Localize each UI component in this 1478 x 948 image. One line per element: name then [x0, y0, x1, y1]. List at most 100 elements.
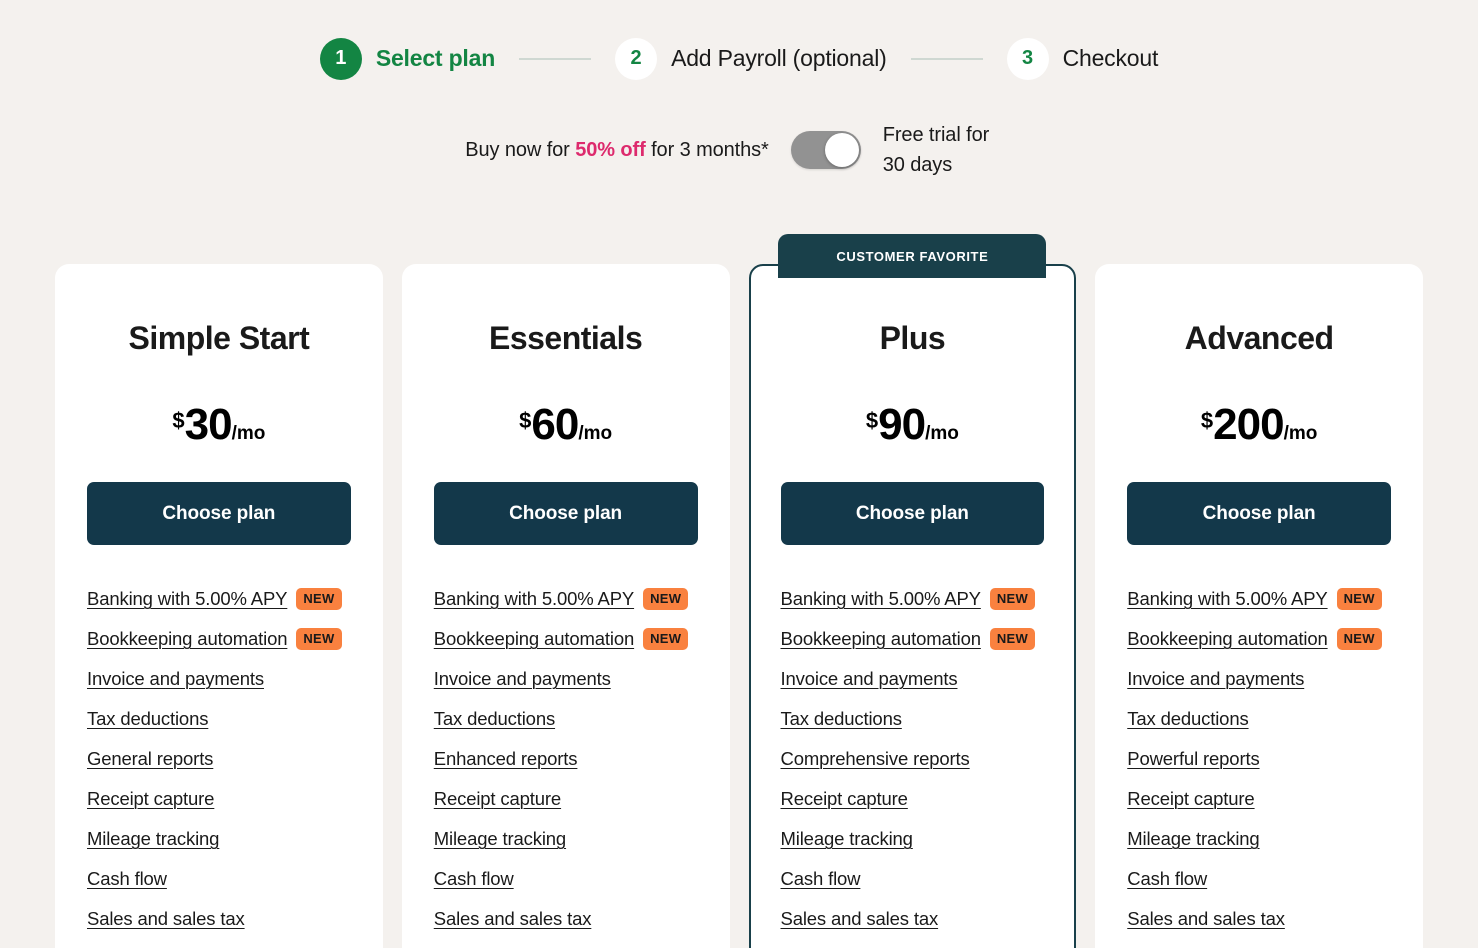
price-amount: 200: [1213, 400, 1284, 449]
feature-link[interactable]: Banking with 5.00% APY: [87, 588, 287, 610]
feature-item: Cash flow: [781, 859, 1045, 899]
feature-link[interactable]: Mileage tracking: [434, 828, 566, 850]
stepper-step-1[interactable]: 1 Select plan: [319, 37, 495, 80]
feature-link[interactable]: General reports: [87, 748, 213, 770]
plan-name: Plus: [879, 320, 946, 356]
promo-toggle-row: Buy now for 50% off for 3 months* Free t…: [0, 120, 1478, 180]
feature-link[interactable]: Sales and sales tax: [434, 908, 592, 930]
feature-link[interactable]: Tax deductions: [87, 708, 208, 730]
feature-link[interactable]: Bookkeeping automation: [781, 628, 982, 650]
feature-item: Sales and sales tax: [1127, 899, 1391, 939]
feature-link[interactable]: Receipt capture: [1127, 788, 1254, 810]
feature-link[interactable]: Banking with 5.00% APY: [1127, 588, 1327, 610]
stepper-step-2[interactable]: 2 Add Payroll (optional): [615, 37, 887, 80]
plan-name: Simple Start: [128, 320, 310, 356]
plan-price: $200/mo: [1127, 400, 1391, 450]
feature-link[interactable]: Comprehensive reports: [781, 748, 970, 770]
feature-link[interactable]: Invoice and payments: [87, 668, 264, 690]
feature-link[interactable]: Invoice and payments: [434, 668, 611, 690]
feature-item: General reports: [87, 739, 351, 779]
step-label: Checkout: [1062, 45, 1159, 71]
toggle-knob: [824, 133, 859, 167]
feature-link[interactable]: Receipt capture: [434, 788, 561, 810]
billing-mode-toggle[interactable]: [790, 131, 861, 169]
feature-link[interactable]: Tax deductions: [1127, 708, 1248, 730]
new-badge: NEW: [1336, 628, 1382, 650]
feature-link[interactable]: Cash flow: [434, 868, 514, 890]
price-amount: 30: [184, 400, 233, 449]
plan-price: $90/mo: [781, 400, 1045, 450]
stepper-step-3[interactable]: 3 Checkout: [1006, 37, 1159, 80]
feature-item: Cash flow: [1127, 859, 1391, 899]
feature-item: Receipt capture: [781, 779, 1045, 819]
new-badge: NEW: [296, 588, 342, 610]
step-number-badge: 2: [615, 37, 658, 80]
feature-item: Invoice and payments: [434, 659, 698, 699]
plan-name: Advanced: [1184, 320, 1334, 356]
price-currency: $: [172, 408, 185, 433]
feature-item: Sales and sales tax: [781, 899, 1045, 939]
feature-link[interactable]: Sales and sales tax: [781, 908, 939, 930]
feature-item: Banking with 5.00% APY NEW: [87, 579, 351, 619]
feature-link[interactable]: Mileage tracking: [1127, 828, 1259, 850]
feature-link[interactable]: Bookkeeping automation: [434, 628, 635, 650]
feature-item: Tax deductions: [87, 699, 351, 739]
feature-item: Powerful reports: [1127, 739, 1391, 779]
feature-link[interactable]: Powerful reports: [1127, 748, 1259, 770]
feature-link[interactable]: Banking with 5.00% APY: [434, 588, 634, 610]
feature-item: Tax deductions: [434, 699, 698, 739]
feature-link[interactable]: Sales and sales tax: [1127, 908, 1285, 930]
feature-link[interactable]: Cash flow: [781, 868, 861, 890]
feature-item: Estimates: [781, 939, 1045, 948]
feature-item: Invoice and payments: [1127, 659, 1391, 699]
feature-link[interactable]: Mileage tracking: [781, 828, 913, 850]
step-number-badge: 1: [319, 37, 362, 80]
feature-link[interactable]: Cash flow: [87, 868, 167, 890]
feature-item: Bookkeeping automation NEW: [1127, 619, 1391, 659]
feature-item: Banking with 5.00% APY NEW: [1127, 579, 1391, 619]
feature-link[interactable]: Tax deductions: [781, 708, 902, 730]
feature-item: Mileage tracking: [434, 819, 698, 859]
feature-item: Bookkeeping automation NEW: [434, 619, 698, 659]
feature-item: Enhanced reports: [434, 739, 698, 779]
free-trial-label: Free trial for 30 days: [882, 124, 990, 176]
new-badge: NEW: [643, 588, 689, 610]
new-badge: NEW: [989, 588, 1036, 610]
plan-price: $30/mo: [87, 400, 351, 450]
feature-item: Tax deductions: [781, 699, 1045, 739]
feature-link[interactable]: Invoice and payments: [781, 668, 958, 690]
price-currency: $: [519, 408, 532, 433]
choose-plan-button[interactable]: Choose plan: [87, 482, 351, 545]
feature-link[interactable]: Sales and sales tax: [87, 908, 245, 930]
choose-plan-button[interactable]: Choose plan: [1127, 482, 1391, 545]
feature-item: Mileage tracking: [781, 819, 1045, 859]
feature-link[interactable]: Banking with 5.00% APY: [781, 588, 981, 610]
feature-item: Invoice and payments: [781, 659, 1045, 699]
feature-link[interactable]: Receipt capture: [781, 788, 908, 810]
feature-list: Banking with 5.00% APY NEW Bookkeeping aut…: [87, 579, 351, 948]
new-badge: NEW: [989, 628, 1036, 650]
feature-link[interactable]: Bookkeeping automation: [87, 628, 288, 650]
feature-list: Banking with 5.00% APY NEW Bookkeeping aut…: [1127, 579, 1391, 948]
plan-card: Advanced $200/mo Choose plan Banking with 5…: [1095, 264, 1423, 948]
choose-plan-button[interactable]: Choose plan: [433, 482, 698, 545]
new-badge: NEW: [1336, 588, 1382, 610]
feature-link[interactable]: Cash flow: [1127, 868, 1207, 890]
feature-link[interactable]: Bookkeeping automation: [1127, 628, 1328, 650]
feature-link[interactable]: Mileage tracking: [87, 828, 219, 850]
step-connector: [910, 57, 983, 60]
feature-item: Receipt capture: [1127, 779, 1391, 819]
feature-link[interactable]: Enhanced reports: [434, 748, 578, 770]
feature-link[interactable]: Receipt capture: [87, 788, 214, 810]
price-amount: 90: [878, 400, 926, 449]
feature-item: Estimates: [434, 939, 698, 948]
plan-card: Simple Start $30/mo Choose plan Banking wit…: [55, 264, 383, 948]
feature-item: Banking with 5.00% APY NEW: [434, 579, 698, 619]
feature-item: Sales and sales tax: [434, 899, 698, 939]
feature-link[interactable]: Invoice and payments: [1127, 668, 1304, 690]
plan-card: Essentials $60/mo Choose plan Banking with …: [401, 264, 730, 948]
price-per: /mo: [578, 423, 613, 444]
feature-item: Cash flow: [87, 859, 351, 899]
feature-link[interactable]: Tax deductions: [434, 708, 555, 730]
choose-plan-button[interactable]: Choose plan: [780, 482, 1045, 545]
